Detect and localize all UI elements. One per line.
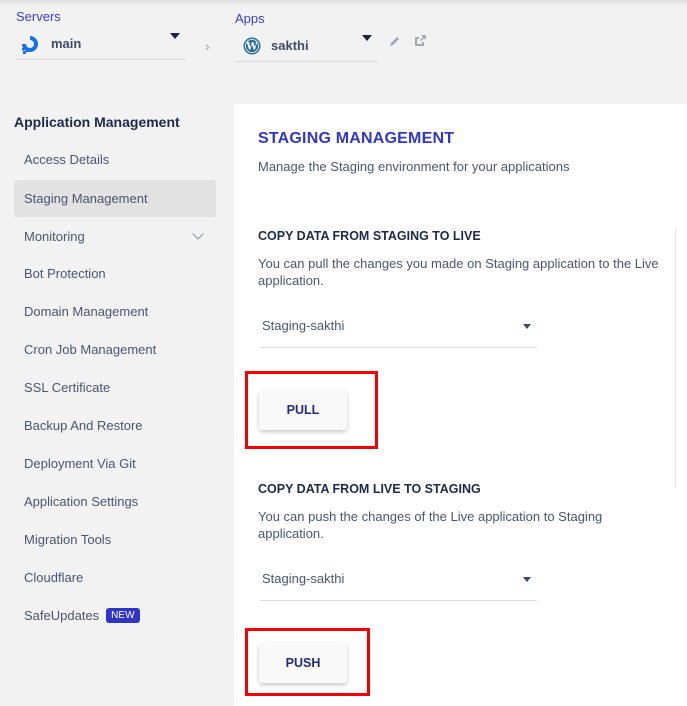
page-title: STAGING MANAGEMENT [258, 130, 455, 147]
section-title-staging-to-live: COPY DATA FROM STAGING TO LIVE [258, 229, 481, 243]
caret-down-icon [170, 33, 180, 39]
sidebar-item-label: SSL Certificate [24, 380, 111, 395]
select-value: Staging-sakthi [262, 318, 345, 333]
wordpress-icon: W [243, 37, 261, 55]
staging-management-card: STAGING MANAGEMENT Manage the Staging en… [234, 104, 687, 706]
section-description-live-to-staging: You can push the changes of the Live app… [258, 509, 603, 541]
apps-label: Apps [235, 11, 265, 26]
sidebar-item-bot-protection[interactable]: Bot Protection [14, 255, 216, 292]
staging-select-pull[interactable]: Staging-sakthi [260, 310, 537, 348]
sidebar-item-label: Staging Management [24, 191, 148, 206]
section-title-live-to-staging: COPY DATA FROM LIVE TO STAGING [258, 482, 481, 496]
sidebar-item-cron-job-management[interactable]: Cron Job Management [14, 331, 216, 368]
top-shadow [0, 0, 687, 6]
sidebar-item-label: Access Details [24, 152, 110, 167]
server-selector[interactable]: main [16, 28, 186, 60]
caret-down-icon [523, 324, 531, 329]
app-selector[interactable]: W sakthi [235, 30, 378, 62]
sidebar-title: Application Management [14, 114, 180, 130]
sidebar-item-monitoring[interactable]: Monitoring [14, 218, 216, 255]
sidebar-item-label: Cron Job Management [24, 342, 157, 357]
staging-select-push[interactable]: Staging-sakthi [260, 563, 537, 601]
svg-text:W: W [245, 41, 258, 52]
push-button[interactable]: PUSH [259, 643, 347, 683]
app-name: sakthi [271, 38, 309, 53]
sidebar-item-backup-and-restore[interactable]: Backup And Restore [14, 407, 216, 444]
server-name: main [51, 36, 82, 51]
caret-down-icon [362, 35, 372, 41]
digitalocean-icon [19, 33, 41, 55]
chevron-right-icon: › [205, 38, 210, 54]
sidebar-item-label: Bot Protection [24, 266, 106, 281]
sidebar-item-domain-management[interactable]: Domain Management [14, 293, 216, 330]
sidebar-item-label: Backup And Restore [24, 418, 143, 433]
page-subtitle: Manage the Staging environment for your … [258, 159, 570, 174]
sidebar-item-label: Monitoring [24, 229, 85, 244]
divider [675, 228, 676, 488]
sidebar-item-migration-tools[interactable]: Migration Tools [14, 521, 216, 558]
new-badge: NEW [106, 608, 140, 623]
sidebar-item-cloudflare[interactable]: Cloudflare [14, 559, 216, 596]
pull-button[interactable]: PULL [259, 390, 347, 430]
pencil-icon[interactable] [389, 35, 401, 50]
sidebar-item-label: Application Settings [24, 494, 139, 509]
servers-label: Servers [16, 9, 61, 24]
select-value: Staging-sakthi [262, 571, 345, 586]
sidebar-item-ssl-certificate[interactable]: SSL Certificate [14, 369, 216, 406]
sidebar-item-deployment-via-git[interactable]: Deployment Via Git [14, 445, 216, 482]
section-description-staging-to-live: You can pull the changes you made on Sta… [258, 256, 659, 288]
sidebar-item-label: SafeUpdates [24, 608, 100, 623]
external-link-icon[interactable] [413, 34, 427, 51]
sidebar-item-safeupdates[interactable]: SafeUpdates NEW [14, 597, 216, 634]
sidebar-item-label: Deployment Via Git [24, 456, 136, 471]
sidebar-item-label: Migration Tools [24, 532, 112, 547]
sidebar-item-staging-management[interactable]: Staging Management [14, 180, 216, 217]
sidebar-item-label: Domain Management [24, 304, 149, 319]
caret-down-icon [523, 577, 531, 582]
chevron-down-icon[interactable] [192, 228, 204, 240]
sidebar-item-application-settings[interactable]: Application Settings [14, 483, 216, 520]
sidebar-item-access-details[interactable]: Access Details [14, 141, 216, 178]
sidebar-item-label: Cloudflare [24, 570, 84, 585]
